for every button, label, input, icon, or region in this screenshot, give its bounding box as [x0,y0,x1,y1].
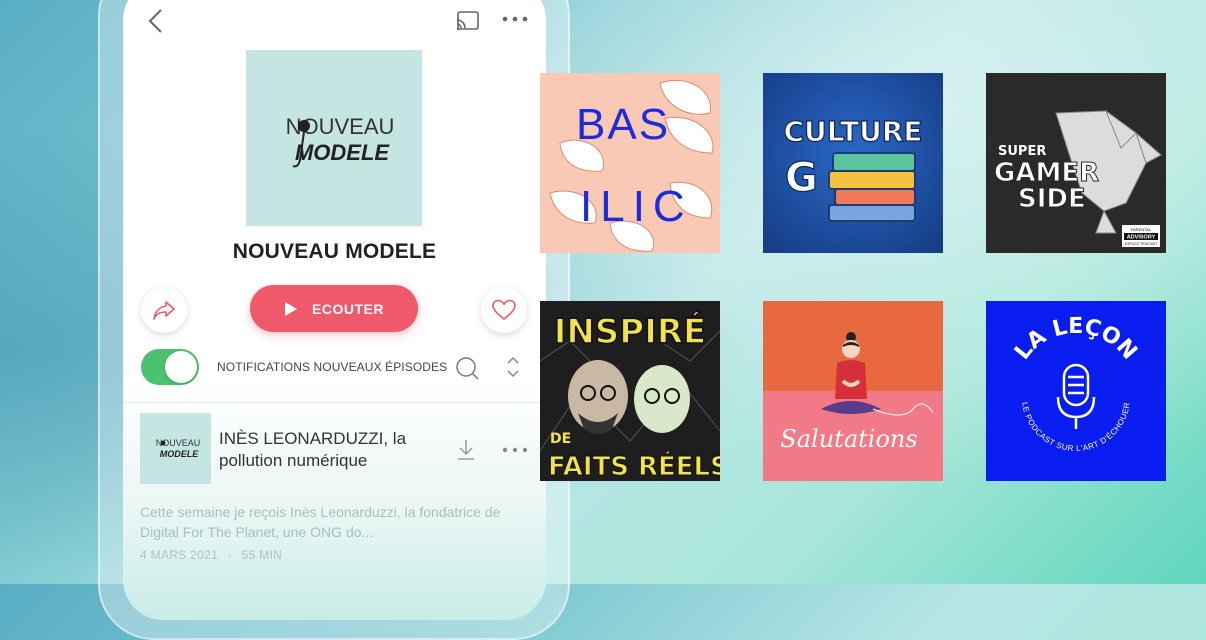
podcast-cover-salutations[interactable]: Salutations [763,301,943,481]
search-icon[interactable] [455,356,479,380]
de-text: DE [550,431,571,447]
parental-advisory-badge: PARENTAL ADVISORY EXPLICIT PODCAST [1122,225,1160,247]
phone-screen: NOUVEAU MODELE NOUVEAU MODELE ECOUTER NO… [123,0,546,620]
download-icon[interactable] [456,438,476,462]
gamer-super-text: SUPER [998,144,1046,159]
notifications-label: NOTIFICATIONS NOUVEAUX ÉPISODES [217,360,448,374]
sort-chevrons-icon[interactable] [505,354,521,380]
badge-line1: PARENTAL [1131,227,1152,232]
basilic-text-line2: ILIC [580,182,693,231]
reels-text: RÉELS [638,450,720,481]
cover-logo-line2: MODELE [295,140,390,165]
listen-label: ECOUTER [312,300,384,317]
episode-date: 4 MARS 2021 [140,548,219,562]
inspire-text: INSPIRÉ [554,311,707,352]
microphone-icon [160,440,166,446]
notifications-toggle[interactable] [141,349,199,385]
share-arrow-icon [153,301,175,320]
episode-meta: 4 MARS 2021 · 55 MIN [140,548,282,562]
basilic-text-line1: BAS [576,100,670,149]
toggle-knob [165,351,197,383]
back-chevron-icon[interactable] [145,8,167,34]
podcast-cover: NOUVEAU MODELE [246,50,422,226]
gamer-side-text: SIDE [1018,184,1086,214]
cast-icon[interactable] [455,10,481,32]
podcast-cover-super-gamer-side[interactable]: SUPER GAMER SIDE PARENTAL ADVISORY EXPLI… [986,73,1166,253]
heart-icon [492,299,516,321]
podcast-cover-inspire-de-faits-reels[interactable]: INSPIRÉ DE FAITS RÉELS [540,301,720,481]
divider [123,402,546,403]
culture-text: CULTURE [783,115,922,148]
episode-description: Cette semaine je reçois Inès Leonarduzzi… [140,504,501,540]
books-icon [828,152,916,222]
listen-button[interactable]: ECOUTER [250,285,418,332]
play-icon [285,301,298,316]
favorite-button[interactable] [481,287,527,333]
share-button[interactable] [141,287,187,333]
more-options-icon[interactable] [501,8,529,30]
podcast-cover-culture-g[interactable]: CULTURE G [763,73,943,253]
badge-line2: ADVISORY [1127,235,1156,241]
podcast-cover-la-lecon[interactable]: LA LEÇON LE PODCAST SUR L'ART D'ÉCHOUER [986,301,1166,481]
podcast-cover-basilic[interactable]: BAS ILIC [540,73,720,253]
faits-text: FAITS [548,452,629,481]
episode-title[interactable]: INÈS LEONARDUZZI, la pollution numérique [219,428,439,472]
meta-separator: · [227,548,232,562]
podcast-title: NOUVEAU MODELE [232,240,437,263]
thumb-logo-line2: MODELE [160,449,199,459]
culture-g-letter: G [785,155,818,201]
salutations-text: Salutations [780,425,917,453]
episode-more-icon[interactable] [501,442,529,458]
episode-thumbnail[interactable]: NOUVEAU MODELE [140,413,211,484]
badge-line3: EXPLICIT PODCAST [1125,242,1157,246]
episode-duration: 55 MIN [241,548,283,562]
